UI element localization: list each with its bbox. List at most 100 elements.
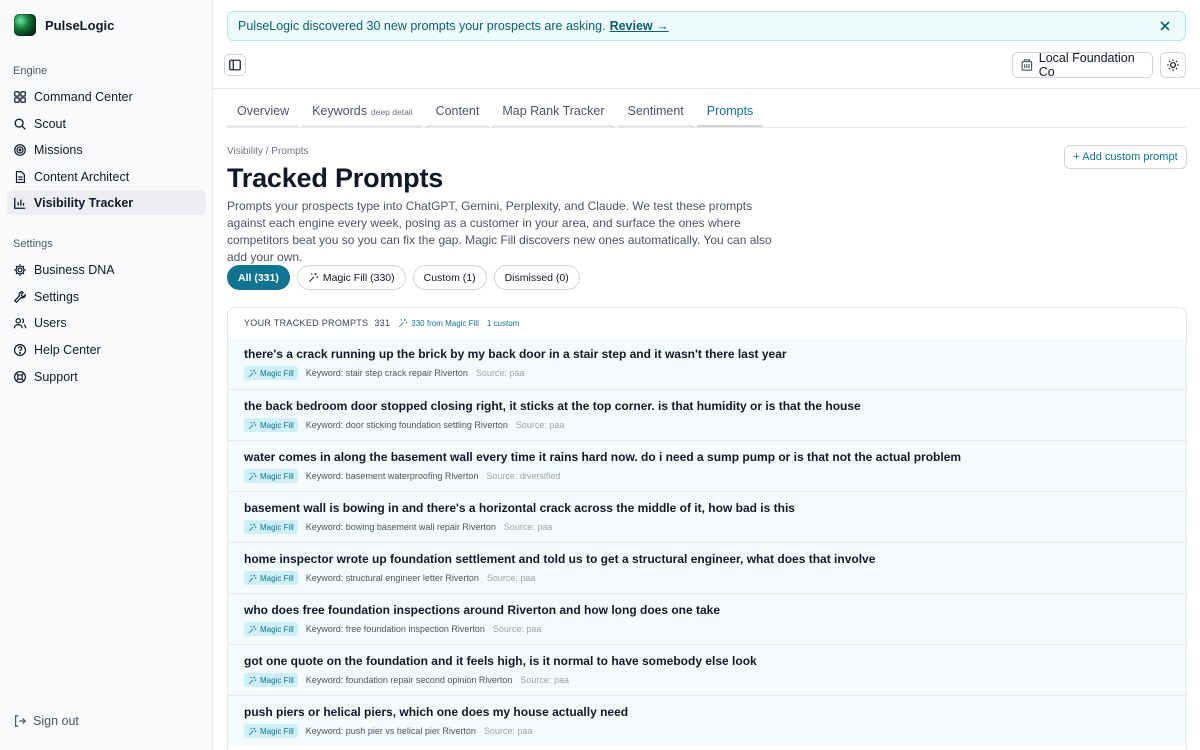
sparkle-icon <box>399 318 408 328</box>
tab-map-rank-tracker[interactable]: Map Rank Tracker <box>492 96 615 127</box>
prompt-row[interactable]: home inspector wrote up foundation settl… <box>228 542 1186 593</box>
tab-sentiment[interactable]: Sentiment <box>617 96 694 127</box>
tab-label: Content <box>435 103 480 118</box>
sign-out-icon <box>15 715 27 727</box>
sparkle-icon <box>248 421 257 429</box>
sidebar-item-missions[interactable]: Missions <box>7 137 206 162</box>
lifebuoy-icon <box>13 370 27 383</box>
panel-heading: YOUR TRACKED PROMPTS <box>244 318 369 328</box>
sparkle-icon <box>248 625 257 633</box>
prompt-row[interactable]: there's a crack running up the brick by … <box>228 338 1186 389</box>
prompt-meta: Magic Fill Keyword: stair step crack rep… <box>244 366 1186 380</box>
close-icon[interactable] <box>1157 18 1173 34</box>
prompt-meta: Magic Fill Keyword: structural engineer … <box>244 571 1186 585</box>
prompt-source: Source: paa <box>503 522 553 532</box>
sidebar-item-label: Scout <box>34 116 66 131</box>
nav-section-settings: Settings <box>13 238 53 250</box>
users-icon <box>13 317 27 328</box>
prompt-row[interactable]: who does free foundation inspections aro… <box>228 593 1186 644</box>
prompt-row[interactable]: push piers or helical piers, which one d… <box>228 695 1186 746</box>
tab-label: Keywords <box>312 103 367 118</box>
tab-label: Map Rank Tracker <box>502 103 605 118</box>
prompt-meta: Magic Fill Keyword: door sticking founda… <box>244 418 1186 432</box>
help-circle-icon <box>13 343 27 356</box>
filter-all[interactable]: All (331) <box>227 265 290 290</box>
prompt-row[interactable]: water comes in along the basement wall e… <box>228 440 1186 491</box>
target-icon <box>14 143 26 156</box>
wrench-icon <box>13 290 26 303</box>
prompt-source: Source: paa <box>520 675 569 685</box>
badge-label: Magic Fill <box>260 624 294 634</box>
prompt-text: home inspector wrote up foundation settl… <box>244 552 876 566</box>
prompt-source: Source: paa <box>515 420 565 430</box>
prompt-text: who does free foundation inspections aro… <box>244 603 721 617</box>
prompt-source: Source: diversified <box>486 471 561 481</box>
sidebar-item-label: Support <box>34 369 78 384</box>
magic-fill-badge: Magic Fill <box>244 520 298 534</box>
sidebar-item-visibility-tracker[interactable]: Visibility Tracker <box>7 190 206 215</box>
tab-label: Overview <box>237 103 290 118</box>
sidebar-item-scout[interactable]: Scout <box>7 111 206 136</box>
badge-label: Magic Fill <box>260 522 294 532</box>
banner-review-link[interactable]: Review → <box>610 19 669 33</box>
sidebar-panel-icon <box>229 59 241 71</box>
magic-fill-badge: Magic Fill <box>244 622 298 636</box>
tab-label: Sentiment <box>627 103 684 118</box>
filter-custom[interactable]: Custom (1) <box>412 265 487 290</box>
sidebar: PulseLogic Engine Command Center Scout M… <box>0 0 213 750</box>
page-title: Tracked Prompts <box>227 163 444 193</box>
prompt-source: Source: paa <box>475 368 525 378</box>
magic-fill-badge: Magic Fill <box>244 724 298 738</box>
sidebar-item-command-center[interactable]: Command Center <box>7 84 206 109</box>
prompt-keyword: Keyword: door sticking foundation settli… <box>305 420 508 430</box>
sidebar-item-content-architect[interactable]: Content Architect <box>7 164 206 189</box>
sidebar-item-settings[interactable]: Settings <box>7 284 206 309</box>
prompt-row[interactable]: basement wall is bowing in and there's a… <box>228 491 1186 542</box>
theme-toggle-button[interactable] <box>1160 52 1186 78</box>
prompt-row[interactable]: got one quote on the foundation and it f… <box>228 644 1186 695</box>
prompt-text: got one quote on the foundation and it f… <box>244 654 757 668</box>
tab-prompts[interactable]: Prompts <box>696 96 764 127</box>
sparkle-icon <box>248 472 257 480</box>
section-tabs: Overview Keywords deep detail Content Map… <box>227 96 1186 128</box>
prompt-meta: Magic Fill Keyword: basement waterproofi… <box>244 469 1186 483</box>
prompt-meta: Magic Fill Keyword: bowing basement wall… <box>244 520 1186 534</box>
panel-header: YOUR TRACKED PROMPTS 331 330 from Magic … <box>228 308 1186 338</box>
sidebar-item-business-dna[interactable]: Business DNA <box>7 257 206 282</box>
sidebar-item-support[interactable]: Support <box>7 364 206 389</box>
tab-content[interactable]: Content <box>425 96 490 127</box>
badge-label: Magic Fill <box>260 420 294 430</box>
sparkle-icon <box>248 369 257 377</box>
prompt-row[interactable]: the back bedroom door stopped closing ri… <box>228 389 1186 440</box>
prompt-text: the back bedroom door stopped closing ri… <box>244 399 861 413</box>
bar-chart-icon <box>14 197 26 209</box>
sidebar-item-users[interactable]: Users <box>7 310 206 335</box>
filter-label: Magic Fill (330) <box>322 271 395 284</box>
gear-icon <box>14 263 26 276</box>
prompt-text: basement wall is bowing in and there's a… <box>244 501 795 515</box>
filter-label: Dismissed (0) <box>504 271 569 284</box>
sign-out-button[interactable]: Sign out <box>13 714 79 728</box>
tab-keywords[interactable]: Keywords deep detail <box>302 96 423 127</box>
page-description: Prompts your prospects type into ChatGPT… <box>227 199 772 264</box>
prompt-keyword: Keyword: foundation repair second opinio… <box>305 675 513 685</box>
badge-label: Magic Fill <box>260 573 294 583</box>
filter-dismissed[interactable]: Dismissed (0) <box>493 265 580 290</box>
add-custom-prompt-button[interactable]: + Add custom prompt <box>1064 145 1187 169</box>
tab-overview[interactable]: Overview <box>227 96 300 127</box>
prompt-count: 331 <box>374 318 391 328</box>
badge-label: Magic Fill <box>260 368 294 378</box>
org-name: Local Foundation Co <box>1038 51 1135 79</box>
filter-magic-fill[interactable]: Magic Fill (330) <box>296 265 406 290</box>
magic-fill-count-label: 330 from Magic Fill <box>411 318 479 328</box>
sparkle-icon <box>248 574 257 582</box>
sidebar-toggle-button[interactable] <box>224 54 246 76</box>
badge-label: Magic Fill <box>260 675 294 685</box>
brand[interactable]: PulseLogic <box>14 14 114 36</box>
filter-label: All (331) <box>238 271 279 284</box>
sparkle-icon <box>248 676 257 684</box>
org-switcher-button[interactable]: Local Foundation Co <box>1012 51 1153 79</box>
sidebar-item-help-center[interactable]: Help Center <box>7 337 206 362</box>
prompt-text: push piers or helical piers, which one d… <box>244 705 629 719</box>
badge-label: Magic Fill <box>260 471 294 481</box>
